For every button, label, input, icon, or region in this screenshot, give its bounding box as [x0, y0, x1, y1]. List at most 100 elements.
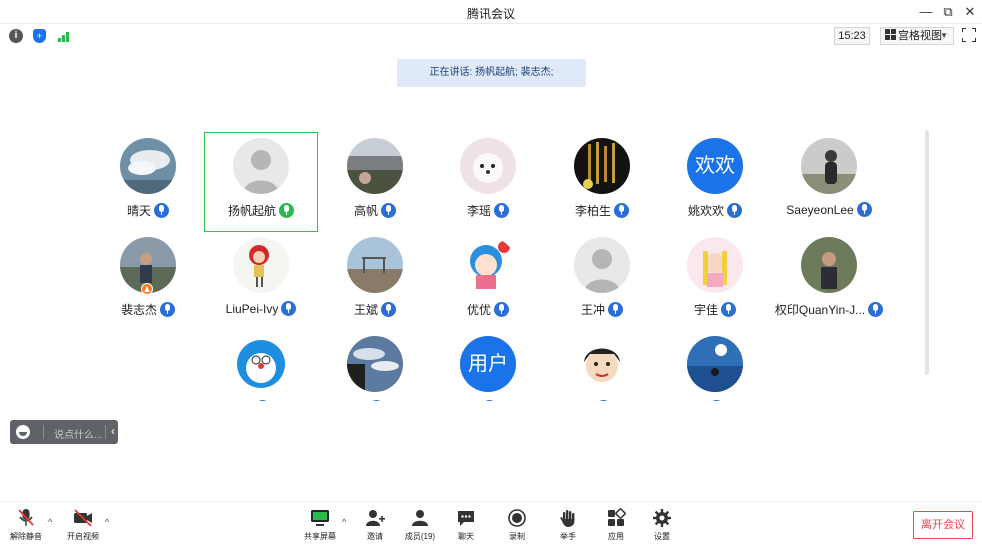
members-button[interactable]: 成员(19) — [402, 508, 438, 544]
title-bar: 腾讯会议 — ⧉ ✕ — [0, 0, 982, 24]
share-options-chevron-up-icon[interactable]: ^ — [342, 517, 346, 527]
microphone-icon — [494, 302, 509, 317]
microphone-icon — [369, 400, 384, 401]
avatar — [574, 138, 630, 194]
share-screen-button[interactable]: 共享屏幕 — [302, 508, 338, 544]
avatar — [347, 138, 403, 194]
record-button[interactable]: 录制 — [504, 508, 530, 544]
participant-name: 王冲 — [580, 303, 605, 317]
microphone-icon — [494, 203, 509, 218]
members-label: 成员(19) — [404, 532, 436, 541]
chat-icon — [455, 508, 477, 528]
microphone-icon — [281, 301, 297, 316]
view-mode-label: 宫格视图 — [898, 30, 942, 42]
microphone-icon — [868, 302, 884, 317]
chat-input-placeholder[interactable]: 说点什么... — [54, 426, 102, 441]
microphone-icon — [160, 302, 175, 317]
avatar — [460, 237, 516, 293]
microphone-icon — [381, 203, 396, 218]
host-badge-icon: ♟ — [141, 283, 153, 295]
participant-tile[interactable]: SaeyeonLee — [772, 132, 886, 232]
restore-icon[interactable]: ⧉ — [937, 2, 959, 22]
participant-name: SaeyeonLee — [786, 203, 854, 217]
participant-tile[interactable] — [204, 330, 318, 401]
participant-tile[interactable]: ♟ 裴志杰 — [91, 231, 205, 331]
microphone-icon — [856, 202, 872, 217]
apps-icon — [605, 508, 627, 528]
participant-tile[interactable]: 权印QuanYin-J... — [772, 231, 886, 331]
avatar — [460, 138, 516, 194]
bottom-toolbar: 解除静音 ^ 开启视频 ^ 共享屏幕 ^ 邀请 成员(19) 聊天 录制 举手 … — [0, 501, 982, 545]
avatar — [801, 138, 857, 194]
avatar — [233, 237, 289, 293]
participant-name: 优优 — [466, 303, 491, 317]
start-video-button[interactable]: 开启视频 — [62, 508, 104, 544]
start-video-label: 开启视频 — [67, 532, 99, 541]
record-icon — [506, 508, 528, 528]
share-screen-icon — [309, 508, 331, 528]
top-toolbar: i + 15:23 宫格视图 ▼ — [0, 24, 982, 48]
avatar — [120, 138, 176, 194]
participant-tile[interactable]: 用户 — [431, 330, 545, 401]
participant-name: 高帆 — [353, 204, 378, 218]
settings-label: 设置 — [654, 532, 670, 541]
microphone-icon — [596, 400, 611, 401]
participant-name: 姚欢欢 — [687, 204, 724, 218]
microphone-icon — [154, 203, 169, 218]
participant-grid: 晴天 扬帆起航 高帆 李瑶 李柏生 欢欢 姚欢欢 SaeyeonLee ♟ 裴志… — [0, 130, 920, 401]
security-shield-icon[interactable]: + — [33, 29, 46, 43]
apps-button[interactable]: 应用 — [603, 508, 629, 544]
share-screen-label: 共享屏幕 — [304, 532, 336, 541]
meeting-window: 腾讯会议 — ⧉ ✕ i + 15:23 宫格视图 ▼ 正在讲话: 扬帆起航; … — [0, 0, 982, 545]
microphone-icon — [255, 400, 270, 401]
view-mode-button[interactable]: 宫格视图 ▼ — [880, 27, 954, 45]
raise-hand-button[interactable]: 举手 — [555, 508, 581, 544]
meeting-clock: 15:23 — [834, 27, 870, 45]
grid-scrollbar[interactable] — [925, 130, 929, 375]
invite-user-icon — [364, 508, 386, 528]
leave-meeting-button[interactable]: 离开会议 — [913, 511, 973, 539]
network-signal-icon[interactable] — [57, 29, 71, 43]
avatar — [347, 336, 403, 392]
active-speaker-banner: 正在讲话: 扬帆起航; 裴志杰; — [397, 59, 586, 87]
avatar — [687, 336, 743, 392]
grid-view-icon — [885, 29, 896, 40]
invite-label: 邀请 — [367, 532, 383, 541]
participant-tile[interactable] — [545, 330, 659, 401]
gear-icon — [651, 508, 673, 528]
chat-quick-input[interactable]: 说点什么... ‹ — [10, 420, 118, 444]
avatar — [801, 237, 857, 293]
chat-label: 聊天 — [458, 532, 474, 541]
participant-name: 权印QuanYin-J... — [774, 303, 866, 317]
audio-options-chevron-up-icon[interactable]: ^ — [48, 517, 52, 527]
participant-name: 裴志杰 — [120, 303, 157, 317]
participant-tile[interactable]: 欢欢 姚欢欢 — [658, 132, 772, 232]
participant-tile[interactable] — [318, 330, 432, 401]
collapse-chevron-left-icon[interactable]: ‹ — [111, 424, 115, 438]
record-label: 录制 — [509, 532, 525, 541]
meeting-info-icon[interactable]: i — [9, 29, 23, 43]
avatar — [233, 336, 289, 392]
close-icon[interactable]: ✕ — [959, 2, 981, 22]
emoji-icon[interactable] — [16, 425, 30, 439]
window-title: 腾讯会议 — [466, 7, 515, 21]
microphone-muted-icon — [15, 508, 37, 528]
microphone-icon — [727, 203, 742, 218]
avatar — [347, 237, 403, 293]
invite-button[interactable]: 邀请 — [362, 508, 388, 544]
chat-button[interactable]: 聊天 — [453, 508, 479, 544]
microphone-speaking-icon — [279, 203, 294, 218]
apps-label: 应用 — [608, 532, 624, 541]
participant-name: 王斌 — [353, 303, 378, 317]
video-options-chevron-up-icon[interactable]: ^ — [105, 517, 109, 527]
participant-name: 晴天 — [126, 204, 151, 218]
minimize-icon[interactable]: — — [915, 2, 937, 22]
members-icon — [409, 508, 431, 528]
participant-tile[interactable] — [658, 330, 772, 401]
avatar: 用户 — [460, 336, 516, 392]
fullscreen-icon[interactable] — [962, 28, 976, 42]
settings-button[interactable]: 设置 — [649, 508, 675, 544]
unmute-label: 解除静音 — [10, 532, 42, 541]
unmute-button[interactable]: 解除静音 — [6, 508, 46, 544]
avatar — [574, 336, 630, 392]
